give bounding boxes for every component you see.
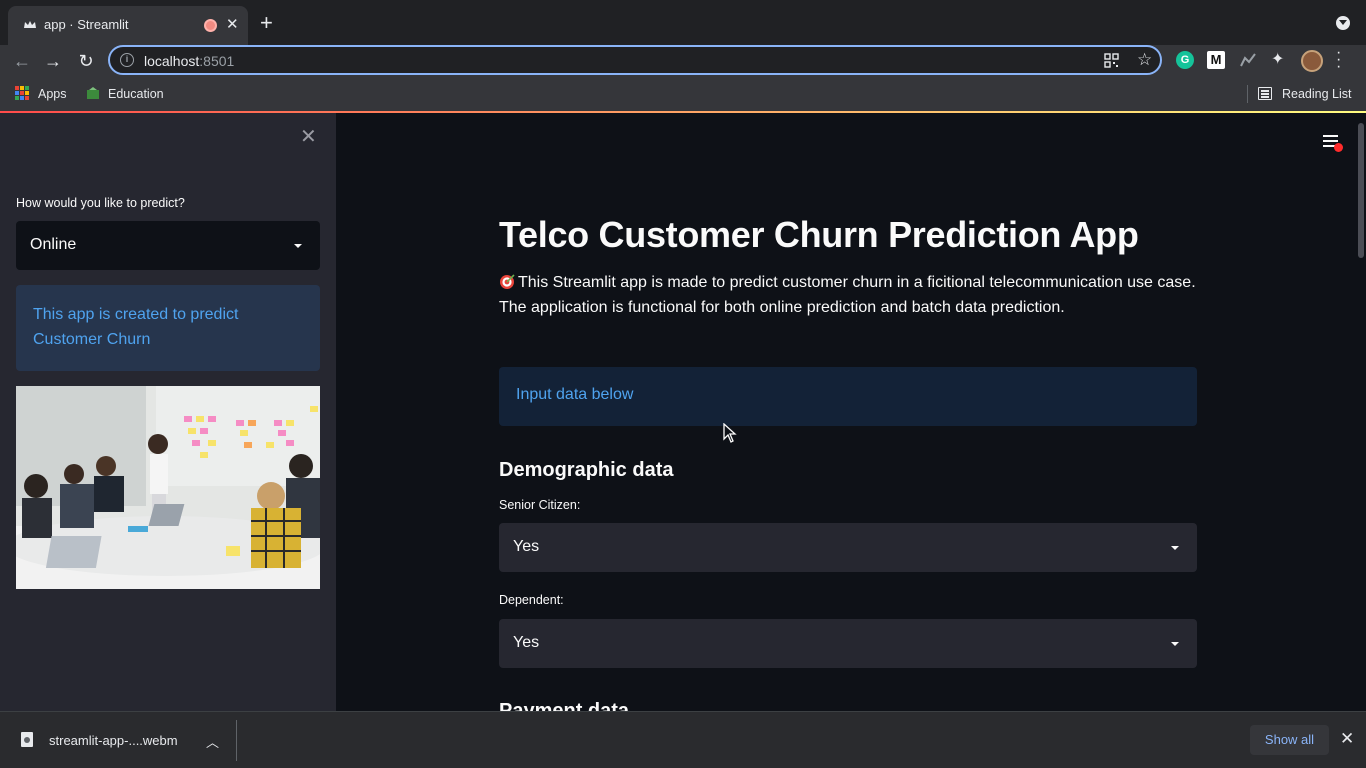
back-arrow-icon[interactable]: ← xyxy=(10,49,34,73)
reading-list-icon xyxy=(1258,87,1272,100)
dependent-label: Dependent: xyxy=(499,593,564,607)
app-description: This Streamlit app is made to predict cu… xyxy=(499,270,1197,320)
download-divider xyxy=(236,720,237,761)
sidebar-close-icon[interactable]: ✕ xyxy=(300,127,317,147)
senior-citizen-value: Yes xyxy=(513,538,540,555)
dart-target-icon xyxy=(500,274,515,289)
main-area: Telco Customer Churn Prediction App This… xyxy=(336,113,1366,711)
bookmark-apps[interactable]: Apps xyxy=(38,87,67,101)
medium-extension-icon[interactable]: M xyxy=(1207,51,1225,69)
sidebar: ✕ How would you like to predict? Online … xyxy=(0,113,336,711)
download-file-name[interactable]: streamlit-app-....webm xyxy=(49,733,178,748)
url-text: localhost:8501 xyxy=(144,53,234,69)
dependent-select[interactable]: Yes xyxy=(499,619,1197,668)
show-all-button[interactable]: Show all xyxy=(1250,725,1329,755)
address-bar[interactable]: i localhost:8501 ☆ xyxy=(108,45,1162,75)
predict-mode-select[interactable]: Online xyxy=(16,221,320,270)
forward-arrow-icon[interactable]: → xyxy=(41,49,65,73)
qr-code-icon[interactable] xyxy=(1104,53,1119,68)
recording-indicator-icon xyxy=(204,19,217,32)
site-info-icon[interactable]: i xyxy=(120,53,134,67)
section-demographic-heading: Demographic data xyxy=(499,459,674,481)
bookmarks-divider xyxy=(1247,85,1248,103)
chevron-down-icon xyxy=(1171,642,1179,646)
section-payment-heading: Payment data xyxy=(499,700,630,711)
chevron-down-icon xyxy=(1171,546,1179,550)
notification-dot-icon xyxy=(1334,143,1343,152)
mouse-cursor-icon xyxy=(723,423,737,443)
bookmark-star-icon[interactable]: ☆ xyxy=(1137,50,1152,70)
education-folder-icon xyxy=(87,87,99,99)
profile-avatar[interactable] xyxy=(1301,50,1323,72)
page-title: Telco Customer Churn Prediction App xyxy=(499,214,1139,255)
senior-citizen-label: Senior Citizen: xyxy=(499,498,581,512)
tab-search-icon[interactable] xyxy=(1336,16,1350,30)
senior-citizen-select[interactable]: Yes xyxy=(499,523,1197,572)
reload-icon[interactable]: ↻ xyxy=(74,49,98,73)
reading-list-button[interactable]: Reading List xyxy=(1282,87,1352,101)
browser-tab-strip: app · Streamlit ✕ + xyxy=(0,0,1366,45)
sidebar-info-box: This app is created to predict Customer … xyxy=(16,285,320,371)
dependent-value: Yes xyxy=(513,634,540,651)
predict-mode-value: Online xyxy=(30,236,77,253)
chevron-down-icon xyxy=(294,244,302,248)
grammarly-extension-icon[interactable]: G xyxy=(1176,51,1194,69)
input-info-text: Input data below xyxy=(516,386,634,403)
apps-grid-icon xyxy=(15,86,29,100)
browser-menu-icon[interactable]: · · · xyxy=(1336,45,1341,75)
bookmarks-bar: Apps Education Reading List xyxy=(0,77,1366,111)
sidebar-info-text: This app is created to predict Customer … xyxy=(33,306,239,348)
streamlit-crown-icon xyxy=(24,21,36,28)
download-file-icon xyxy=(21,732,33,747)
chevron-up-icon[interactable]: ︿ xyxy=(206,732,219,751)
input-info-box: Input data below xyxy=(499,367,1197,426)
analytics-extension-icon[interactable] xyxy=(1239,51,1257,69)
main-scrollbar-thumb[interactable] xyxy=(1358,123,1364,258)
extensions-puzzle-icon[interactable]: ✦ xyxy=(1271,49,1289,68)
team-meeting-image xyxy=(16,386,320,589)
download-bar: streamlit-app-....webm ︿ Show all ✕ xyxy=(0,711,1366,768)
app-description-text: This Streamlit app is made to predict cu… xyxy=(499,274,1196,316)
browser-toolbar: ← → ↻ i localhost:8501 ☆ G M ✦ · · · xyxy=(0,45,1366,77)
url-host: localhost xyxy=(144,53,200,69)
new-tab-button[interactable]: + xyxy=(260,12,273,34)
browser-tab[interactable]: app · Streamlit ✕ xyxy=(8,6,248,45)
download-bar-close-icon[interactable]: ✕ xyxy=(1340,729,1354,749)
tab-close-icon[interactable]: ✕ xyxy=(226,15,239,33)
url-port: :8501 xyxy=(199,53,235,69)
predict-mode-label: How would you like to predict? xyxy=(16,196,185,210)
bookmark-education[interactable]: Education xyxy=(108,87,164,101)
tab-title: app · Streamlit xyxy=(44,17,129,32)
